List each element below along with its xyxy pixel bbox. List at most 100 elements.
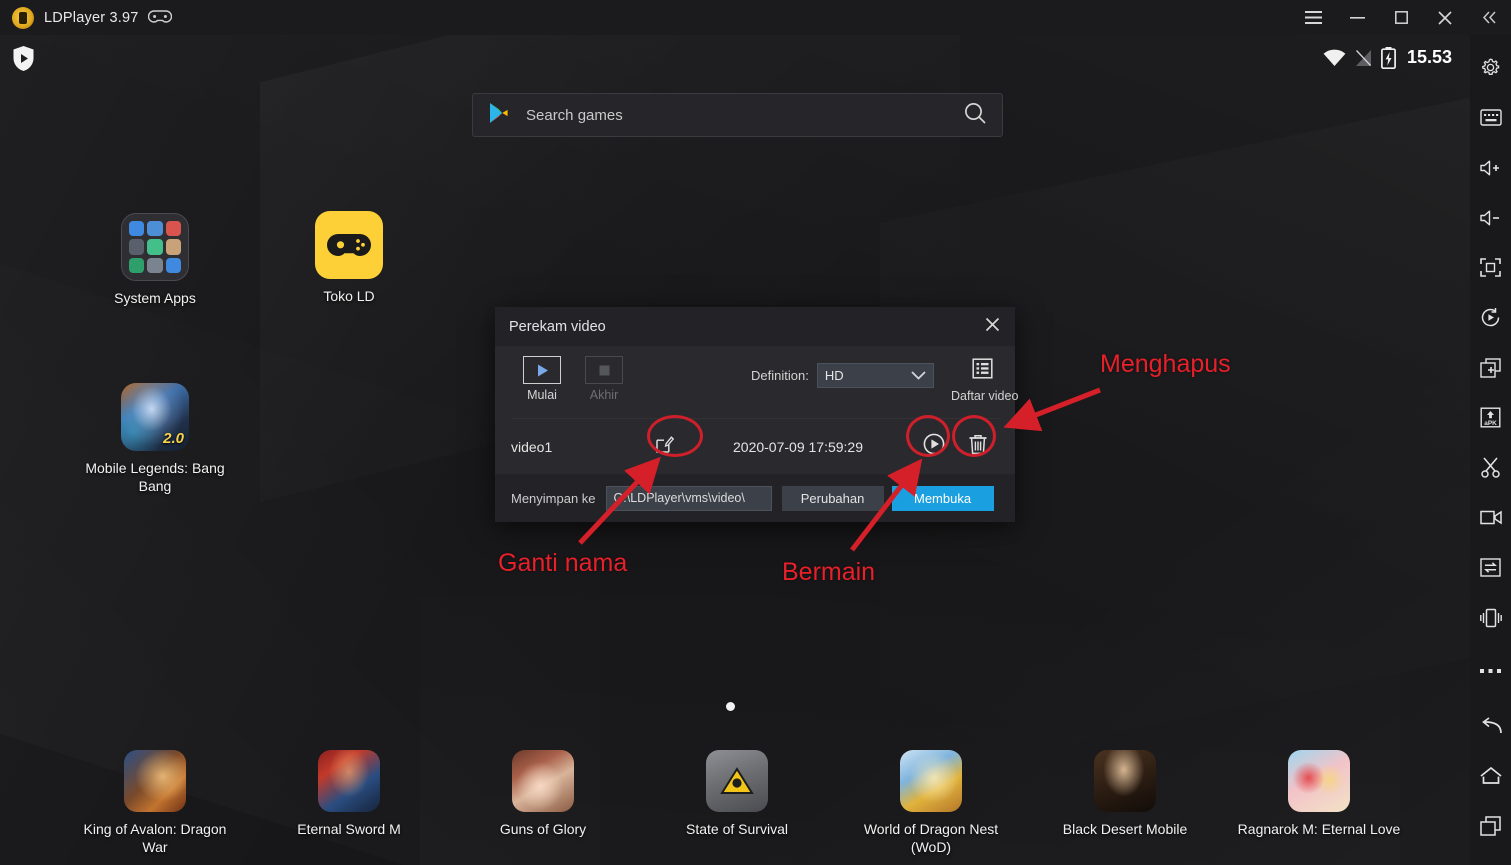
page-dot-1[interactable] [726,702,735,711]
recent-apps-icon [1480,815,1501,841]
king-of-avalon-icon [124,750,186,812]
back-arrow-icon [1480,716,1502,740]
dock-app-king-of-avalon[interactable]: King of Avalon: Dragon War [70,750,240,856]
sidebar-item-volume-down[interactable] [1470,195,1511,245]
three-dots-icon [1480,661,1501,679]
recording-name: video1 [511,438,553,455]
volume-down-icon [1479,209,1502,232]
sidebar-item-settings[interactable] [1470,45,1511,95]
app-label: Mobile Legends: Bang Bang [85,460,225,494]
search-input[interactable]: Search games [526,107,964,124]
definition-label: Definition: [751,368,809,383]
sidebar-item-new-instance[interactable] [1470,345,1511,395]
eternal-sword-m-icon [318,750,380,812]
signal-off-icon [1355,49,1372,67]
desktop-app-toko-ld[interactable]: Toko LD [264,211,434,306]
save-path-input[interactable]: G:\LDPlayer\vms\video\ [605,485,772,511]
app-title: LDPlayer 3.97 [44,9,139,26]
app-label: Guns of Glory [499,821,587,837]
sidebar-item-home[interactable] [1470,753,1511,803]
dialog-header: Perekam video [495,307,1015,346]
open-folder-button[interactable]: Membuka [891,485,994,511]
ldplayer-logo-icon [12,6,34,29]
dock-app-state-of-survival[interactable]: State of Survival [652,750,822,839]
stop-recording-button[interactable]: Akhir [573,356,635,402]
close-icon [985,317,1000,337]
start-label: Mulai [527,388,557,402]
fullscreen-icon [1480,258,1501,282]
google-play-icon [489,102,509,129]
app-label: Eternal Sword M [297,821,401,837]
sidebar-item-rotate-screen[interactable] [1470,295,1511,345]
android-status-bar: 15.53 [0,35,1470,80]
toko-ld-icon [315,211,383,279]
start-recording-button[interactable]: Mulai [511,356,573,402]
black-desert-mobile-icon [1094,750,1156,812]
sidebar-item-video-recorder[interactable] [1470,495,1511,545]
desktop-app-system-apps[interactable]: System Apps [70,213,240,308]
close-icon [1438,10,1452,25]
change-path-button[interactable]: Perubahan [781,485,884,511]
minimize-button[interactable] [1335,0,1379,35]
search-icon[interactable] [964,102,986,129]
hamburger-menu-icon [1304,11,1322,24]
ragnarok-m-icon [1288,750,1350,812]
dock-app-eternal-sword-m[interactable]: Eternal Sword M [264,750,434,839]
desktop-app-mobile-legends[interactable]: 2.0 Mobile Legends: Bang Bang [70,383,240,495]
app-label: King of Avalon: Dragon War [83,821,227,855]
wifi-icon [1323,49,1346,67]
dock-app-ragnarok-m[interactable]: Ragnarok M: Eternal Love [1234,750,1404,839]
apk-install-icon: aPK [1480,407,1501,433]
annotation-circle-play [906,415,950,457]
sidebar-item-volume-up[interactable] [1470,145,1511,195]
sidebar-item-install-apk[interactable]: aPK [1470,395,1511,445]
rotate-play-icon [1480,307,1501,333]
maximize-button[interactable] [1379,0,1423,35]
dock-app-guns-of-glory[interactable]: Guns of Glory [458,750,628,839]
app-label: World of Dragon Nest (WoD) [863,821,999,855]
guns-of-glory-icon [512,750,574,812]
definition-value: HD [824,368,844,383]
annotation-circle-rename [647,415,703,457]
play-icon [523,356,561,384]
sidebar-item-shake[interactable] [1470,595,1511,645]
dialog-close-button[interactable] [979,314,1005,340]
sidebar-item-sync[interactable] [1470,545,1511,595]
dialog-footer: Menyimpan ke G:\LDPlayer\vms\video\ Peru… [495,474,1015,522]
scissors-icon [1480,457,1501,483]
search-games-bar[interactable]: Search games [472,93,1003,137]
sidebar-item-fullscreen[interactable] [1470,245,1511,295]
sync-swap-icon [1480,558,1501,582]
window-title-bar: LDPlayer 3.97 [0,0,1511,35]
close-button[interactable] [1423,0,1467,35]
sidebar-item-more[interactable] [1470,645,1511,695]
video-list-button[interactable]: Daftar video [951,358,1019,403]
add-window-icon [1480,357,1501,383]
gamepad-icon [147,9,172,26]
svg-text:aPK: aPK [1484,420,1497,427]
chevron-down-icon [911,368,926,383]
annotation-circle-delete [952,415,996,457]
double-chevron-left-icon [1482,11,1497,24]
video-recorder-dialog: Perekam video Mulai Akhir Definition: HD… [495,307,1018,522]
dialog-title: Perekam video [509,318,606,335]
definition-select[interactable]: HD [816,363,934,388]
app-label: Ragnarok M: Eternal Love [1237,821,1401,837]
stop-label: Akhir [589,388,619,402]
collapse-button[interactable] [1467,0,1511,35]
home-icon [1479,766,1502,789]
sidebar-item-recent-apps[interactable] [1470,803,1511,853]
app-label: System Apps [114,290,196,306]
dock-app-world-of-dragon-nest[interactable]: World of Dragon Nest (WoD) [846,750,1016,856]
recording-date: 2020-07-09 17:59:29 [733,438,863,455]
list-icon [971,358,993,383]
video-list-label: Daftar video [951,389,1019,403]
sidebar-item-keyboard-mapping[interactable] [1470,95,1511,145]
shake-icon [1479,608,1502,633]
recorder-controls-row: Mulai Akhir Definition: HD Daftar video [511,356,1018,418]
stop-icon [585,356,623,384]
sidebar-item-back[interactable] [1470,703,1511,753]
dock-app-black-desert-mobile[interactable]: Black Desert Mobile [1040,750,1210,839]
menu-button[interactable] [1291,0,1335,35]
sidebar-item-scissors[interactable] [1470,445,1511,495]
